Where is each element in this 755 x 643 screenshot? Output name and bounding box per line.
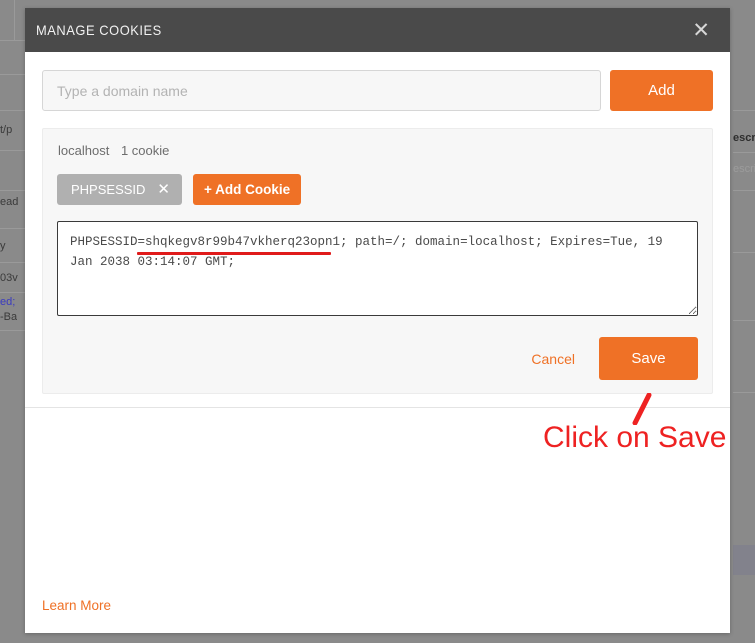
- background-row-highlight: [733, 545, 755, 575]
- background-text: -Ba: [0, 311, 18, 323]
- cancel-button[interactable]: Cancel: [521, 345, 585, 373]
- session-id-underline-annotation: [137, 252, 331, 255]
- dialog-header: MANAGE COOKIES ✕: [25, 8, 730, 52]
- domain-entry-row: Add: [42, 70, 713, 111]
- background-table-rule: [733, 252, 755, 253]
- save-button[interactable]: Save: [599, 337, 698, 380]
- background-text: ead: [0, 196, 19, 208]
- cookie-tag-label: PHPSESSID: [71, 182, 146, 197]
- background-table-rule: [733, 152, 755, 153]
- domain-name-input[interactable]: [42, 70, 601, 111]
- background-text: 03v: [0, 272, 18, 284]
- screen: t/p ead y 03v ed; -Ba escri escri MANAGE…: [0, 0, 755, 643]
- background-column-header: escri: [733, 132, 755, 144]
- background-table-rule: [733, 392, 755, 393]
- cookie-value-textarea[interactable]: [57, 221, 698, 316]
- manage-cookies-dialog: MANAGE COOKIES ✕ Add localhost 1 cookie …: [25, 8, 730, 633]
- background-table-rule: [733, 190, 755, 191]
- footer-divider: [25, 407, 730, 408]
- close-icon[interactable]: ✕: [157, 182, 170, 197]
- background-table-rule: [733, 110, 755, 111]
- cookie-value-wrapper: [57, 221, 698, 316]
- background-table-divider: [14, 0, 15, 40]
- dialog-title: MANAGE COOKIES: [36, 22, 162, 38]
- background-text: t/p: [0, 124, 13, 136]
- background-table-rule: [733, 320, 755, 321]
- cookie-tag-row: PHPSESSID ✕ + Add Cookie: [57, 174, 698, 205]
- learn-more-link[interactable]: Learn More: [42, 598, 111, 613]
- dialog-actions: Cancel Save: [57, 337, 698, 380]
- background-link-text[interactable]: ed;: [0, 296, 15, 308]
- close-icon[interactable]: ✕: [688, 18, 714, 43]
- dialog-body: Add localhost 1 cookie PHPSESSID ✕ + Add…: [25, 52, 730, 408]
- cookie-domain-label: localhost: [58, 143, 110, 158]
- cookie-panel: localhost 1 cookie PHPSESSID ✕ + Add Coo…: [42, 128, 713, 394]
- add-cookie-button[interactable]: + Add Cookie: [193, 174, 302, 205]
- background-text: escri: [733, 163, 755, 175]
- add-domain-button[interactable]: Add: [610, 70, 713, 111]
- cookie-count-label: 1 cookie: [120, 143, 170, 158]
- cookie-panel-header: localhost 1 cookie: [58, 143, 698, 158]
- background-text: y: [0, 240, 6, 252]
- cookie-tag-phpsessid[interactable]: PHPSESSID ✕: [57, 174, 182, 205]
